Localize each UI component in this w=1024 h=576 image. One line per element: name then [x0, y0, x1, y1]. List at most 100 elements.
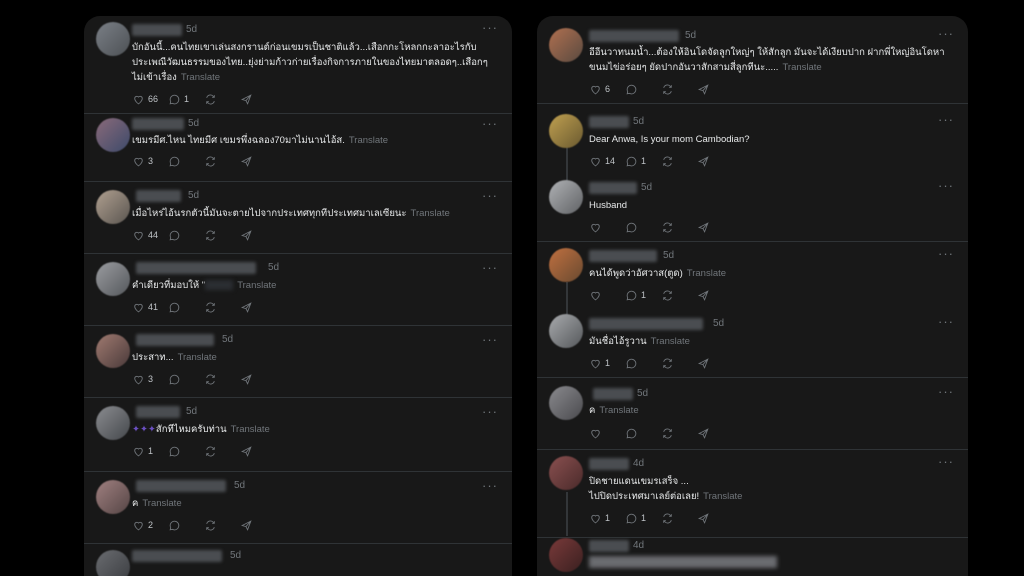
post[interactable]: 4d ··· ปิดชายแดนเขมรเสร็จ ... ไปปิดประเท… [537, 450, 968, 538]
username[interactable] [589, 318, 703, 330]
avatar[interactable] [549, 28, 583, 62]
like-button[interactable]: 1 [589, 357, 625, 370]
avatar[interactable] [549, 386, 583, 420]
translate-link[interactable]: Translate [349, 135, 388, 146]
more-options-icon[interactable]: ··· [482, 116, 498, 131]
more-options-icon[interactable]: ··· [938, 454, 954, 469]
share-button[interactable] [697, 83, 733, 96]
more-options-icon[interactable]: ··· [482, 260, 498, 275]
repost-button[interactable] [661, 427, 697, 440]
share-button[interactable] [240, 373, 276, 386]
avatar[interactable] [96, 406, 130, 440]
more-options-icon[interactable]: ··· [938, 112, 954, 127]
more-options-icon[interactable]: ··· [938, 178, 954, 193]
username[interactable] [589, 116, 629, 128]
username[interactable] [589, 182, 637, 194]
username[interactable] [589, 458, 629, 470]
translate-link[interactable]: Translate [178, 352, 217, 363]
repost-button[interactable] [204, 93, 240, 106]
more-options-icon[interactable]: ··· [482, 478, 498, 493]
repost-button[interactable] [204, 445, 240, 458]
avatar[interactable] [96, 118, 130, 152]
like-button[interactable]: 44 [132, 229, 168, 242]
avatar[interactable] [549, 248, 583, 282]
avatar[interactable] [96, 334, 130, 368]
like-button[interactable]: 6 [589, 83, 625, 96]
translate-link[interactable]: Translate [703, 491, 742, 502]
reply-button[interactable] [168, 373, 204, 386]
avatar[interactable] [96, 480, 130, 514]
share-button[interactable] [240, 445, 276, 458]
repost-button[interactable] [661, 83, 697, 96]
avatar[interactable] [549, 456, 583, 490]
reply-button[interactable] [168, 155, 204, 168]
avatar[interactable] [549, 314, 583, 348]
post[interactable]: 5d [84, 544, 512, 576]
avatar[interactable] [96, 190, 130, 224]
username[interactable] [132, 24, 182, 36]
reply-button[interactable] [168, 445, 204, 458]
like-button[interactable] [589, 289, 625, 302]
share-button[interactable] [240, 93, 276, 106]
more-options-icon[interactable]: ··· [482, 20, 498, 35]
post[interactable]: 5d ··· คำเดียวที่มอบให้ " Translate 41 [84, 254, 512, 326]
like-button[interactable]: 14 [589, 155, 625, 168]
share-button[interactable] [697, 289, 733, 302]
reply-button[interactable] [625, 221, 661, 234]
reply-button[interactable] [625, 427, 661, 440]
reply-button[interactable] [168, 229, 204, 242]
username[interactable] [136, 262, 256, 274]
username[interactable] [589, 30, 679, 42]
username[interactable] [136, 480, 226, 492]
avatar[interactable] [549, 114, 583, 148]
post[interactable]: 5d ··· ค Translate [537, 378, 968, 450]
translate-link[interactable]: Translate [651, 336, 690, 347]
more-options-icon[interactable]: ··· [482, 188, 498, 203]
like-button[interactable]: 2 [132, 519, 168, 532]
username[interactable] [132, 118, 184, 130]
avatar[interactable] [549, 180, 583, 214]
share-button[interactable] [697, 427, 733, 440]
more-options-icon[interactable]: ··· [938, 26, 954, 41]
post[interactable]: 5d ··· ค Translate 2 [84, 472, 512, 544]
more-options-icon[interactable]: ··· [938, 384, 954, 399]
post[interactable]: 4d [537, 538, 968, 576]
post[interactable]: 5d ··· เขมรมีศ.ไหน ไทยมีศ เขมรพึ่งฉลอง70… [84, 114, 512, 182]
reply-button[interactable]: 1 [168, 93, 204, 106]
reply-button[interactable]: 1 [625, 512, 661, 525]
repost-button[interactable] [661, 357, 697, 370]
more-options-icon[interactable]: ··· [482, 404, 498, 419]
share-button[interactable] [697, 357, 733, 370]
avatar[interactable] [96, 262, 130, 296]
repost-button[interactable] [204, 519, 240, 532]
avatar[interactable] [96, 550, 130, 576]
like-button[interactable] [589, 221, 625, 234]
more-options-icon[interactable]: ··· [482, 332, 498, 347]
repost-button[interactable] [661, 512, 697, 525]
share-button[interactable] [240, 229, 276, 242]
username[interactable] [136, 334, 214, 346]
reply-button[interactable]: 1 [625, 289, 661, 302]
translate-link[interactable]: Translate [782, 62, 821, 73]
username[interactable] [589, 250, 657, 262]
username[interactable] [589, 540, 629, 552]
like-button[interactable]: 1 [132, 445, 168, 458]
repost-button[interactable] [204, 301, 240, 314]
share-button[interactable] [697, 155, 733, 168]
share-button[interactable] [240, 155, 276, 168]
share-button[interactable] [240, 301, 276, 314]
username[interactable] [132, 550, 222, 562]
post[interactable]: 5d ··· ประสาท... Translate 3 [84, 326, 512, 398]
like-button[interactable]: 1 [589, 512, 625, 525]
repost-button[interactable] [204, 229, 240, 242]
share-button[interactable] [697, 512, 733, 525]
like-button[interactable]: 41 [132, 301, 168, 314]
reply-button[interactable] [625, 83, 661, 96]
username[interactable] [593, 388, 633, 400]
repost-button[interactable] [661, 221, 697, 234]
avatar[interactable] [96, 22, 130, 56]
translate-link[interactable]: Translate [411, 208, 450, 219]
more-options-icon[interactable]: ··· [938, 314, 954, 329]
like-button[interactable]: 3 [132, 373, 168, 386]
translate-link[interactable]: Translate [599, 405, 638, 416]
